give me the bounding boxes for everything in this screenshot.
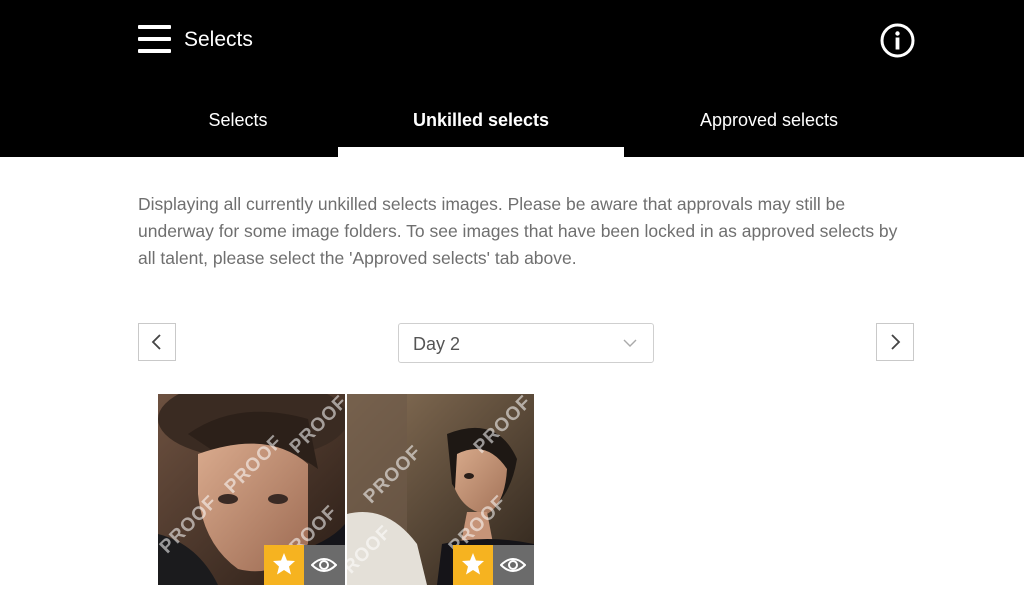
chevron-left-icon	[151, 334, 161, 350]
next-day-button[interactable]	[876, 323, 914, 361]
previous-day-button[interactable]	[138, 323, 176, 361]
view-image-button[interactable]	[304, 545, 345, 585]
eye-icon	[500, 558, 526, 572]
chevron-down-icon	[623, 339, 637, 347]
hamburger-icon[interactable]	[138, 24, 172, 56]
star-icon	[273, 553, 295, 575]
day-select-value: Day 2	[413, 334, 461, 354]
day-select[interactable]: Day 2	[398, 323, 654, 363]
description-text: Displaying all currently unkilled select…	[138, 194, 898, 268]
page-title: Selects	[184, 28, 253, 51]
view-image-button[interactable]	[493, 545, 534, 585]
tab-approved-selects[interactable]: Approved selects	[624, 96, 914, 157]
eye-icon	[311, 558, 337, 572]
chevron-right-icon	[891, 334, 901, 350]
star-icon	[462, 553, 484, 575]
select-star-button[interactable]	[264, 545, 304, 585]
tab-selects[interactable]: Selects	[138, 96, 338, 157]
top-bar: Selects Selects Unkilled selects Approve…	[0, 0, 1024, 157]
image-thumbnail[interactable]: PROOF PROOF PROOF PROOF	[158, 394, 345, 585]
active-tab-indicator	[338, 147, 624, 157]
image-thumbnail[interactable]: PROOF PROOF PROOF PROOF	[347, 394, 534, 585]
info-icon[interactable]	[880, 23, 915, 58]
select-star-button[interactable]	[453, 545, 493, 585]
